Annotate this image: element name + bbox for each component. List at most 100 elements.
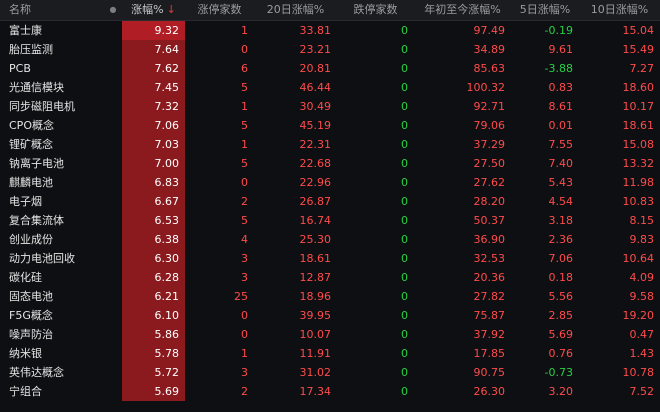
col-header-change-pct[interactable]: 涨幅% ↓ <box>122 0 185 20</box>
table-row[interactable]: 宁组合 5.69 2 17.34 0 26.30 3.20 7.52 <box>0 382 660 401</box>
row-5d-change: 0.76 <box>548 347 574 360</box>
row-ytd-change: 92.71 <box>473 100 506 113</box>
row-dot-spacer <box>104 268 122 287</box>
col-header-limit-down-count[interactable]: 跌停家数 <box>337 0 414 20</box>
row-20d-change: 39.95 <box>299 309 332 322</box>
row-10d-change: 9.58 <box>629 290 655 303</box>
table-row[interactable]: 纳米银 5.78 1 11.91 0 17.85 0.76 1.43 <box>0 344 660 363</box>
row-name: 宁组合 <box>9 385 42 398</box>
row-limit-down-count: 0 <box>401 119 408 132</box>
row-limit-down-count: 0 <box>401 252 408 265</box>
table-row[interactable]: 光通信模块 7.45 5 46.44 0 100.32 0.83 18.60 <box>0 78 660 97</box>
row-ytd-change: 34.89 <box>473 43 506 56</box>
row-20d-change: 45.19 <box>299 119 332 132</box>
row-limit-down-count: 0 <box>401 138 408 151</box>
table-row[interactable]: CPO概念 7.06 5 45.19 0 79.06 0.01 18.61 <box>0 116 660 135</box>
row-ytd-change: 26.30 <box>473 385 506 398</box>
row-5d-change: 0.18 <box>548 271 574 284</box>
table-row[interactable]: 同步磁阻电机 7.32 1 30.49 0 92.71 8.61 10.17 <box>0 97 660 116</box>
row-limit-up-count: 1 <box>241 347 248 360</box>
row-ytd-change: 79.06 <box>473 119 506 132</box>
row-change-pct: 7.45 <box>122 78 185 97</box>
row-name: F5G概念 <box>9 309 53 322</box>
row-20d-change: 11.91 <box>299 347 332 360</box>
row-limit-up-count: 3 <box>241 366 248 379</box>
col-header-ytd-change[interactable]: 年初至今涨幅% <box>414 0 511 20</box>
row-10d-change: 10.17 <box>622 100 655 113</box>
row-limit-down-count: 0 <box>401 290 408 303</box>
row-limit-up-count: 1 <box>241 100 248 113</box>
row-change-pct: 6.10 <box>122 306 185 325</box>
row-20d-change: 23.21 <box>299 43 332 56</box>
row-limit-up-count: 25 <box>234 290 248 303</box>
table-row[interactable]: 复合集流体 6.53 5 16.74 0 50.37 3.18 8.15 <box>0 211 660 230</box>
col-header-limit-up-count[interactable]: 涨停家数 <box>185 0 254 20</box>
column-settings-dot-icon[interactable]: ● <box>104 0 122 20</box>
row-change-pct: 7.62 <box>122 59 185 78</box>
row-dot-spacer <box>104 363 122 382</box>
row-name: 动力电池回收 <box>9 252 75 265</box>
row-dot-spacer <box>104 21 122 40</box>
row-change-pct: 5.86 <box>122 325 185 344</box>
col-header-20d-change[interactable]: 20日涨幅% <box>254 0 337 20</box>
table-row[interactable]: 锂矿概念 7.03 1 22.31 0 37.29 7.55 15.08 <box>0 135 660 154</box>
table-row[interactable]: 创业成份 6.38 4 25.30 0 36.90 2.36 9.83 <box>0 230 660 249</box>
table-row[interactable]: 富士康 9.32 1 33.81 0 97.49 -0.19 15.04 <box>0 21 660 40</box>
row-dot-spacer <box>104 97 122 116</box>
row-name: 纳米银 <box>9 347 42 360</box>
row-dot-spacer <box>104 287 122 306</box>
row-5d-change: 5.56 <box>548 290 574 303</box>
row-dot-spacer <box>104 249 122 268</box>
row-change-pct: 6.21 <box>122 287 185 306</box>
row-ytd-change: 50.37 <box>473 214 506 227</box>
row-ytd-change: 100.32 <box>466 81 506 94</box>
row-limit-down-count: 0 <box>401 195 408 208</box>
row-5d-change: 8.61 <box>548 100 574 113</box>
row-5d-change: 9.61 <box>548 43 574 56</box>
row-name: 同步磁阻电机 <box>9 100 75 113</box>
row-ytd-change: 97.49 <box>473 24 506 37</box>
table-row[interactable]: 碳化硅 6.28 3 12.87 0 20.36 0.18 4.09 <box>0 268 660 287</box>
row-5d-change: 2.36 <box>548 233 574 246</box>
row-limit-down-count: 0 <box>401 100 408 113</box>
row-ytd-change: 27.62 <box>473 176 506 189</box>
row-dot-spacer <box>104 192 122 211</box>
col-header-10d-change[interactable]: 10日涨幅% <box>579 0 660 20</box>
table-row[interactable]: 噪声防治 5.86 0 10.07 0 37.92 5.69 0.47 <box>0 325 660 344</box>
row-limit-down-count: 0 <box>401 43 408 56</box>
row-limit-up-count: 0 <box>241 309 248 322</box>
col-header-5d-change[interactable]: 5日涨幅% <box>511 0 579 20</box>
row-10d-change: 1.43 <box>629 347 655 360</box>
row-name: 麒麟电池 <box>9 176 53 189</box>
table-row[interactable]: 动力电池回收 6.30 3 18.61 0 32.53 7.06 10.64 <box>0 249 660 268</box>
row-change-pct: 5.69 <box>122 382 185 401</box>
table-row[interactable]: 固态电池 6.21 25 18.96 0 27.82 5.56 9.58 <box>0 287 660 306</box>
row-10d-change: 10.83 <box>622 195 655 208</box>
table-row[interactable]: 麒麟电池 6.83 0 22.96 0 27.62 5.43 11.98 <box>0 173 660 192</box>
row-ytd-change: 37.29 <box>473 138 506 151</box>
row-change-pct: 5.72 <box>122 363 185 382</box>
col-header-name[interactable]: 名称 <box>0 0 104 20</box>
row-10d-change: 7.52 <box>629 385 655 398</box>
table-row[interactable]: F5G概念 6.10 0 39.95 0 75.87 2.85 19.20 <box>0 306 660 325</box>
table-row[interactable]: 电子烟 6.67 2 26.87 0 28.20 4.54 10.83 <box>0 192 660 211</box>
row-change-pct: 7.06 <box>122 116 185 135</box>
row-change-pct: 6.30 <box>122 249 185 268</box>
table-body: 富士康 9.32 1 33.81 0 97.49 -0.19 15.04 胎压监测 7.64 0 23… <box>0 21 660 401</box>
table-row[interactable]: 胎压监测 7.64 0 23.21 0 34.89 9.61 15.49 <box>0 40 660 59</box>
row-20d-change: 22.68 <box>299 157 332 170</box>
row-10d-change: 7.27 <box>629 62 655 75</box>
row-20d-change: 12.87 <box>299 271 332 284</box>
table-row[interactable]: PCB 7.62 6 20.81 0 85.63 -3.88 7.27 <box>0 59 660 78</box>
row-change-pct: 5.78 <box>122 344 185 363</box>
table-row[interactable]: 钠离子电池 7.00 5 22.68 0 27.50 7.40 13.32 <box>0 154 660 173</box>
row-ytd-change: 75.87 <box>473 309 506 322</box>
row-name: CPO概念 <box>9 119 54 132</box>
table-row[interactable]: 英伟达概念 5.72 3 31.02 0 90.75 -0.73 10.78 <box>0 363 660 382</box>
row-5d-change: 3.18 <box>548 214 574 227</box>
sort-desc-arrow-icon: ↓ <box>166 3 176 16</box>
row-limit-down-count: 0 <box>401 24 408 37</box>
row-5d-change: 7.06 <box>548 252 574 265</box>
row-20d-change: 18.96 <box>299 290 332 303</box>
row-limit-up-count: 6 <box>241 62 248 75</box>
